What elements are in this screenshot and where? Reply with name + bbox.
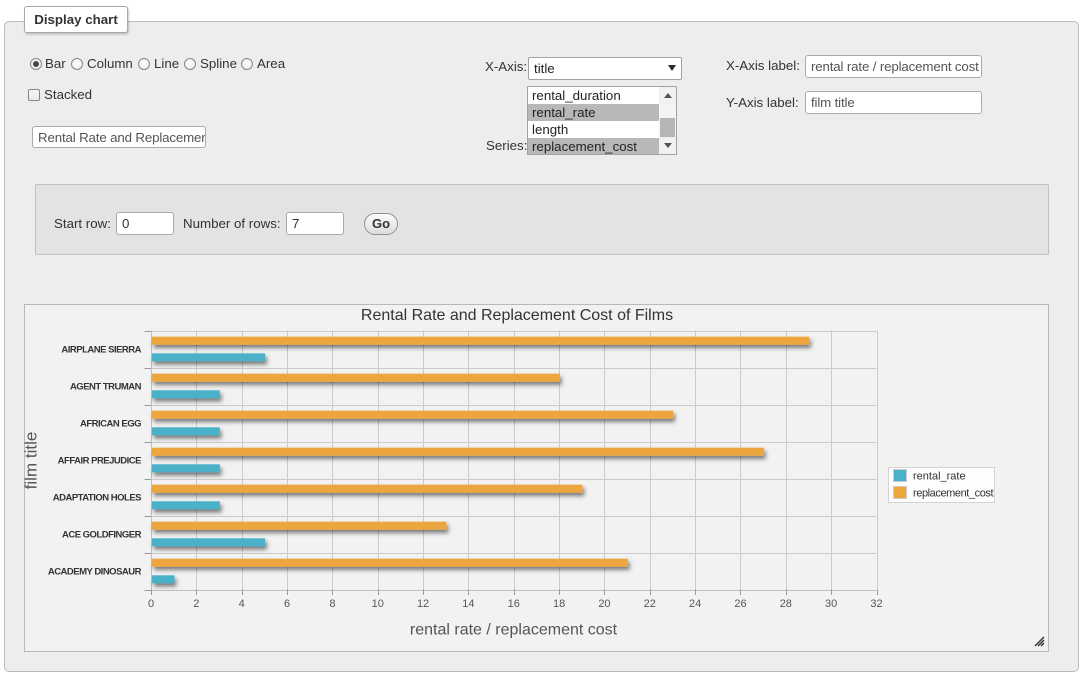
svg-text:26: 26 (734, 598, 746, 610)
svg-text:replacement_cost: replacement_cost (913, 488, 993, 500)
svg-text:Rental Rate and Replacement Co: Rental Rate and Replacement Cost of Film… (361, 307, 673, 324)
svg-text:AFRICAN EGG: AFRICAN EGG (80, 419, 141, 430)
svg-text:24: 24 (689, 598, 701, 610)
svg-text:22: 22 (644, 598, 656, 610)
svg-text:AGENT TRUMAN: AGENT TRUMAN (70, 382, 142, 393)
svg-text:28: 28 (780, 598, 792, 610)
svg-text:20: 20 (598, 598, 610, 610)
svg-text:2: 2 (193, 598, 199, 610)
svg-text:rental rate / replacement cost: rental rate / replacement cost (410, 622, 618, 639)
svg-text:12: 12 (417, 598, 429, 610)
svg-text:ACE GOLDFINGER: ACE GOLDFINGER (62, 530, 142, 541)
svg-text:18: 18 (553, 598, 565, 610)
svg-text:8: 8 (329, 598, 335, 610)
svg-text:14: 14 (462, 598, 474, 610)
svg-text:16: 16 (508, 598, 520, 610)
svg-text:AIRPLANE SIERRA: AIRPLANE SIERRA (61, 345, 141, 356)
svg-text:rental_rate: rental_rate (913, 471, 966, 483)
svg-text:0: 0 (148, 598, 154, 610)
svg-text:6: 6 (284, 598, 290, 610)
svg-text:ADAPTATION HOLES: ADAPTATION HOLES (53, 493, 141, 504)
svg-text:film title: film title (24, 432, 41, 490)
svg-text:4: 4 (239, 598, 245, 610)
svg-text:32: 32 (870, 598, 882, 610)
svg-text:AFFAIR PREJUDICE: AFFAIR PREJUDICE (58, 456, 141, 467)
svg-text:30: 30 (825, 598, 837, 610)
svg-text:ACADEMY DINOSAUR: ACADEMY DINOSAUR (48, 567, 142, 578)
svg-text:10: 10 (372, 598, 384, 610)
